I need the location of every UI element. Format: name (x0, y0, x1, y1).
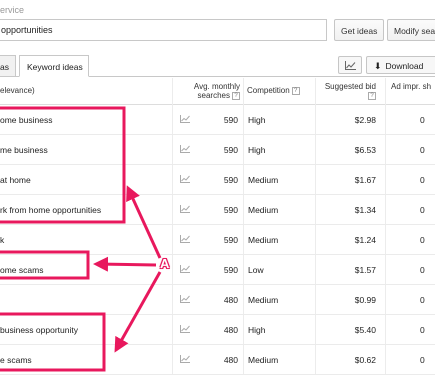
ad-impr-share-cell: 0 (420, 325, 425, 335)
ad-impr-share-cell: 0 (420, 295, 425, 305)
chart-toggle-button[interactable] (338, 56, 362, 74)
suggested-bid-cell: $1.24 (354, 235, 376, 245)
service-label: ervice (0, 5, 25, 15)
col-suggested-bid[interactable]: Suggested bid ? (318, 82, 376, 100)
help-icon[interactable]: ? (368, 91, 376, 100)
annotation-label: A (160, 256, 170, 271)
trend-chart-icon[interactable] (180, 115, 190, 125)
col-avg-monthly-searches[interactable]: Avg. monthly searches? (186, 82, 240, 100)
table-row[interactable]: ome scams 590 Low $1.57 0 (0, 255, 435, 285)
keyword-cell[interactable]: at home (0, 175, 31, 185)
avg-searches-cell: 480 (223, 295, 238, 305)
ad-impr-share-cell: 0 (420, 175, 425, 185)
competition-cell: High (248, 115, 266, 125)
ad-impr-share-cell: 0 (420, 115, 425, 125)
keyword-cell[interactable]: ome business (0, 115, 52, 125)
help-icon[interactable]: ? (291, 86, 300, 95)
avg-searches-cell: 480 (223, 325, 238, 335)
keyword-cell[interactable]: ome scams (0, 265, 43, 275)
avg-searches-cell: 590 (223, 145, 238, 155)
trend-chart-icon[interactable] (180, 325, 190, 335)
keyword-cell[interactable]: business opportunity (0, 325, 78, 335)
download-button[interactable]: ⬇ Download (366, 56, 435, 74)
avg-searches-cell: 590 (223, 205, 238, 215)
suggested-bid-cell: $6.53 (354, 145, 376, 155)
keyword-cell[interactable]: rk from home opportunities (0, 205, 101, 215)
keyword-cell[interactable]: k (0, 235, 4, 245)
competition-cell: Medium (248, 295, 279, 305)
trend-chart-icon[interactable] (180, 295, 190, 305)
tab-ad-group-ideas[interactable]: as (0, 55, 16, 77)
ad-impr-share-cell: 0 (420, 355, 425, 365)
ad-impr-share-cell: 0 (420, 205, 425, 215)
competition-cell: Medium (248, 235, 279, 245)
competition-cell: Medium (248, 355, 279, 365)
trend-chart-icon[interactable] (180, 265, 190, 275)
competition-cell: Medium (248, 175, 279, 185)
help-icon[interactable]: ? (232, 91, 240, 100)
col-avg-line1: Avg. monthly (193, 82, 240, 91)
col-relevance[interactable]: elevance) (0, 86, 35, 95)
download-icon: ⬇ (374, 61, 382, 71)
col-competition[interactable]: Competition? (247, 86, 300, 95)
table-row[interactable]: k 590 Medium $1.24 0 (0, 225, 435, 255)
suggested-bid-cell: $0.62 (354, 355, 376, 365)
suggested-bid-cell: $2.98 (354, 115, 376, 125)
col-ad-impr-share[interactable]: Ad impr. sh (391, 82, 431, 91)
table-header: elevance) Avg. monthly searches? Competi… (0, 78, 435, 105)
keyword-cell[interactable]: me business (0, 145, 48, 155)
tab-keyword-ideas[interactable]: Keyword ideas (19, 55, 89, 77)
col-bid-label: Suggested bid (324, 82, 376, 91)
avg-searches-cell: 590 (223, 175, 238, 185)
ad-impr-share-cell: 0 (420, 235, 425, 245)
table-row[interactable]: rk from home opportunities 590 Medium $1.34… (0, 195, 435, 225)
col-competition-label: Competition (247, 86, 290, 95)
table-row[interactable]: at home 590 Medium $1.67 0 (0, 165, 435, 195)
suggested-bid-cell: $1.34 (354, 205, 376, 215)
trend-chart-icon[interactable] (180, 235, 190, 245)
keyword-cell[interactable]: e scams (0, 355, 32, 365)
trend-chart-icon[interactable] (180, 175, 190, 185)
competition-cell: High (248, 145, 266, 155)
avg-searches-cell: 590 (223, 265, 238, 275)
download-label: Download (385, 61, 424, 71)
line-chart-icon (345, 61, 356, 70)
table-row[interactable]: 480 Medium $0.99 0 (0, 285, 435, 315)
suggested-bid-cell: $1.57 (354, 265, 376, 275)
trend-chart-icon[interactable] (180, 205, 190, 215)
modify-search-button[interactable]: Modify searc (387, 19, 435, 41)
avg-searches-cell: 590 (223, 235, 238, 245)
table-row[interactable]: business opportunity 480 High $5.40 0 (0, 315, 435, 345)
avg-searches-cell: 590 (223, 115, 238, 125)
search-input[interactable]: opportunities (0, 19, 327, 41)
get-ideas-button[interactable]: Get ideas (334, 19, 384, 41)
suggested-bid-cell: $5.40 (354, 325, 376, 335)
trend-chart-icon[interactable] (180, 355, 190, 365)
table-row[interactable]: ome business 590 High $2.98 0 (0, 105, 435, 135)
table-row[interactable]: e scams 480 Medium $0.62 0 (0, 345, 435, 375)
col-avg-line2: searches (197, 91, 230, 100)
competition-cell: High (248, 325, 266, 335)
trend-chart-icon[interactable] (180, 145, 190, 155)
ad-impr-share-cell: 0 (420, 145, 425, 155)
avg-searches-cell: 480 (223, 355, 238, 365)
suggested-bid-cell: $1.67 (354, 175, 376, 185)
suggested-bid-cell: $0.99 (354, 295, 376, 305)
competition-cell: Low (248, 265, 264, 275)
competition-cell: Medium (248, 205, 279, 215)
table-row[interactable]: me business 590 High $6.53 0 (0, 135, 435, 165)
ad-impr-share-cell: 0 (420, 265, 425, 275)
